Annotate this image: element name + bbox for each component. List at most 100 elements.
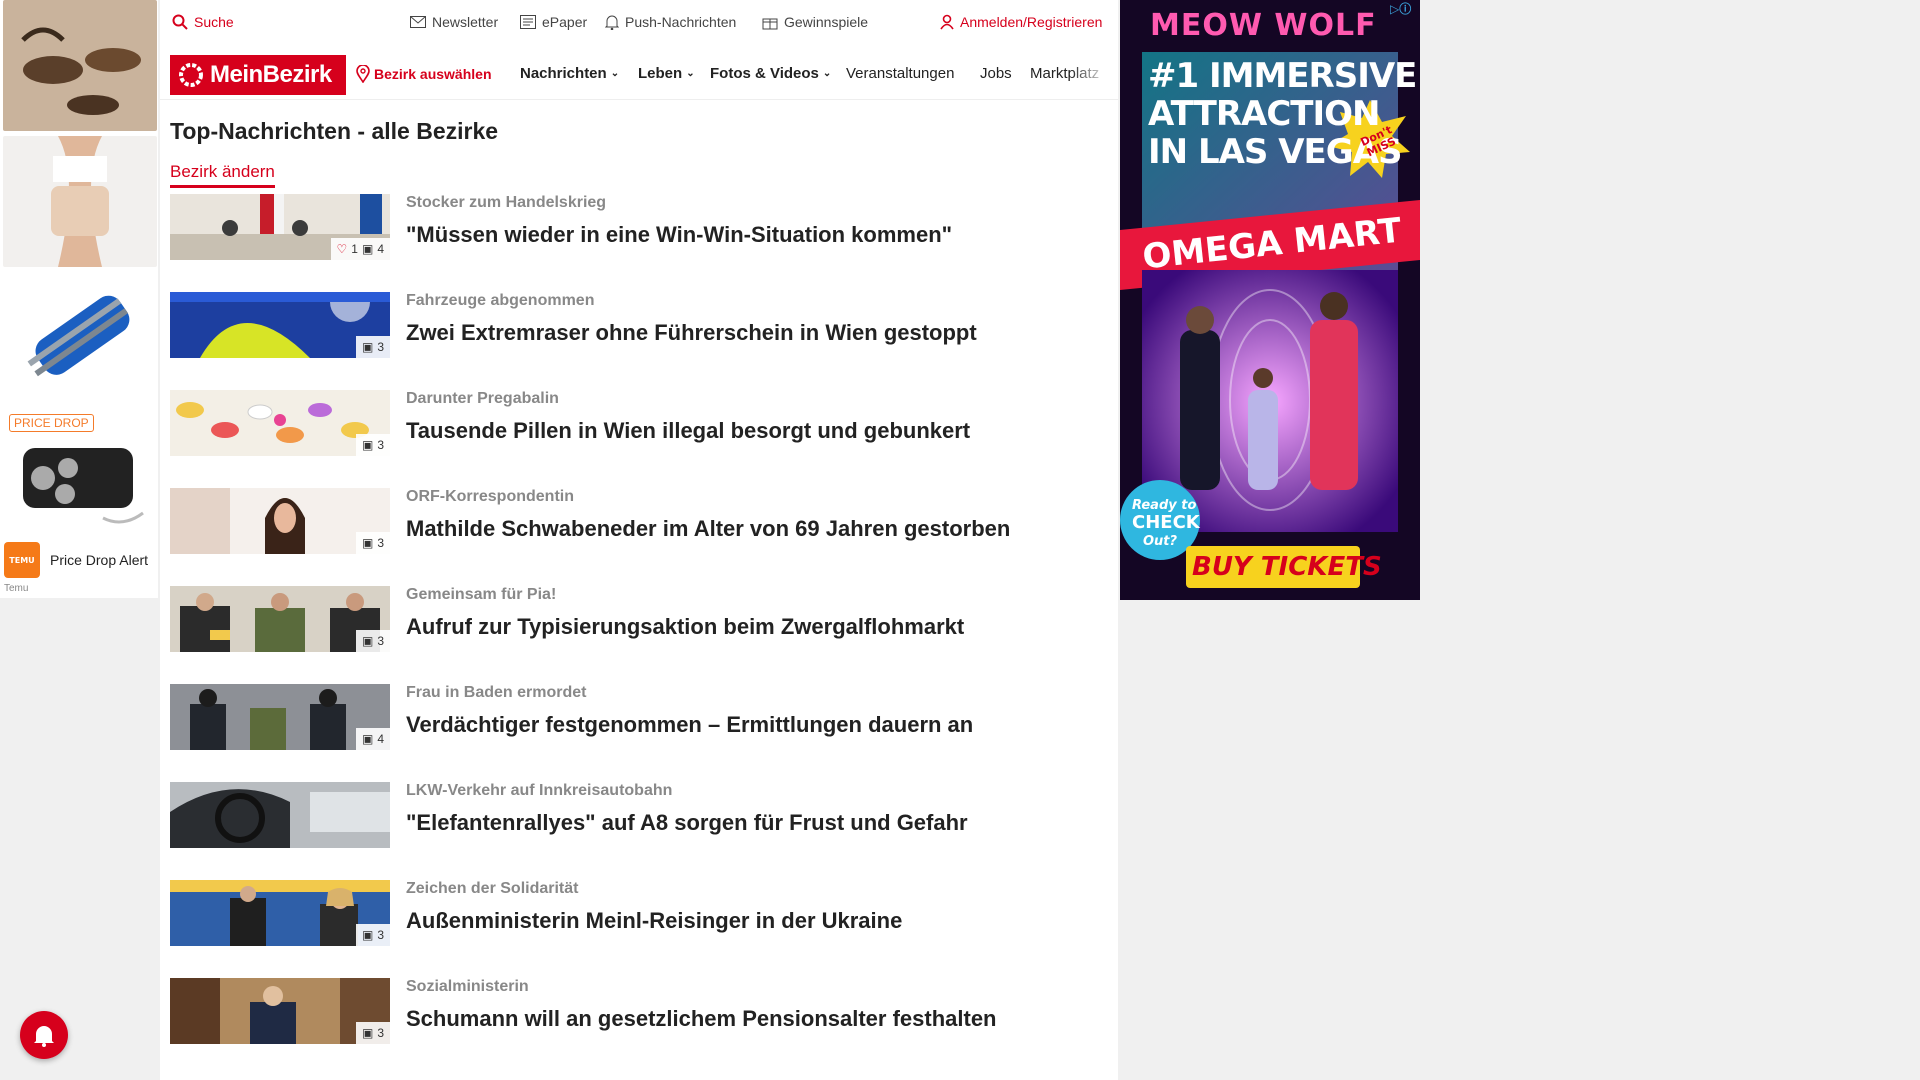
newsletter-link[interactable]: Newsletter (410, 14, 498, 30)
article-item[interactable]: ▣ 4 Frau in Baden ermordet Verdächtiger … (170, 684, 1100, 752)
article-item[interactable]: ▣ 3 Sozialministerin Schumann will an ge… (170, 978, 1100, 1046)
ad-badge-line-2: CHECK (1132, 512, 1200, 533)
epaper-link[interactable]: ePaper (520, 14, 587, 30)
media-badge: ▣ 3 (355, 630, 390, 652)
photo-count: 3 (377, 536, 384, 550)
temu-sponsor-row[interactable]: TEMU Price Drop Alert (4, 542, 148, 578)
article-item[interactable]: ▣ 3 Fahrzeuge abgenommen Zwei Extremrase… (170, 292, 1100, 360)
article-headline[interactable]: Außenministerin Meinl-Reisinger in der U… (406, 908, 902, 934)
page-title: Top-Nachrichten - alle Bezirke (170, 118, 499, 144)
photo-gallery-icon: ▣ (361, 340, 374, 354)
article-item[interactable]: ♡ 1 ▣ 4 Stocker zum Handelskrieg "Müssen… (170, 194, 1100, 262)
site-logo[interactable]: MeinBezirk (170, 55, 346, 95)
article-thumbnail[interactable]: ▣ 4 (170, 684, 390, 750)
article-thumbnail[interactable]: ▣ 3 (170, 292, 390, 358)
ad-product-image-waist-trainer[interactable] (3, 136, 157, 267)
media-badge: ♡ 1 ▣ 4 (330, 238, 390, 260)
epaper-label: ePaper (542, 14, 588, 30)
photo-count: 3 (377, 1026, 384, 1040)
photo-gallery-icon: ▣ (361, 928, 374, 942)
newspaper-icon (520, 15, 536, 29)
photo-count: 3 (377, 634, 384, 648)
article-kicker: Gemeinsam für Pia! (406, 586, 557, 603)
ad-title: Price Drop Alert (50, 552, 149, 568)
bell-icon (34, 1026, 54, 1047)
search-label: Suche (194, 14, 234, 30)
article-headline[interactable]: Aufruf zur Typisierungsaktion beim Zwerg… (406, 614, 964, 640)
article-kicker: Frau in Baden ermordet (406, 684, 587, 701)
photo-gallery-icon: ▣ (361, 732, 374, 746)
nav-leben-label: Leben (638, 65, 683, 82)
article-kicker: Zeichen der Solidarität (406, 880, 579, 897)
notification-bell-button[interactable] (20, 1011, 68, 1059)
photo-count: 3 (377, 928, 384, 942)
article-item[interactable]: ▣ 3 ORF-Korrespondentin Mathilde Schwabe… (170, 488, 1100, 556)
nav-veranstaltungen[interactable]: Veranstaltungen (846, 65, 954, 82)
nav-fade-overlay (1070, 50, 1110, 98)
article-thumbnail[interactable]: ▣ 3 (170, 880, 390, 946)
photo-count: 3 (377, 340, 384, 354)
ad-brand: MEOW WOLF (1150, 8, 1377, 43)
like-count: 1 (351, 242, 358, 256)
left-ad-banner[interactable]: ▷ⓘ PRICE DROP TEMU Price Drop Alert Temu (0, 0, 158, 598)
ad-cta-button[interactable]: BUY TICKETS (1192, 552, 1382, 582)
user-icon (940, 14, 954, 30)
article-kicker: Darunter Pregabalin (406, 390, 559, 407)
price-drop-badge: PRICE DROP (9, 414, 94, 432)
ad-headline-line-2: ATTRACTION (1148, 94, 1380, 134)
search-link[interactable]: Suche (172, 14, 234, 30)
chevron-down-icon: ⌄ (610, 68, 620, 79)
nav-leben[interactable]: Leben ⌄ (638, 65, 695, 82)
article-thumbnail[interactable]: ▣ 3 (170, 488, 390, 554)
main-navigation: MeinBezirk Bezirk auswählen Nachrichten … (160, 50, 1118, 100)
photo-gallery-icon: ▣ (361, 1026, 374, 1040)
article-headline[interactable]: Zwei Extremraser ohne Führerschein in Wi… (406, 320, 977, 346)
ad-sponsor: Temu (4, 583, 29, 594)
bezirk-select[interactable]: Bezirk auswählen (356, 65, 492, 83)
article-thumbnail[interactable] (170, 782, 390, 848)
article-item[interactable]: ▣ 3 Gemeinsam für Pia! Aufruf zur Typisi… (170, 586, 1100, 654)
nav-fotos-videos[interactable]: Fotos & Videos ⌄ (710, 65, 831, 82)
article-thumbnail[interactable]: ▣ 3 (170, 390, 390, 456)
top-utility-bar: Suche Newsletter ePaper Push-Nachrichten… (160, 0, 1118, 46)
article-headline[interactable]: "Elefantenrallyes" auf A8 sorgen für Fru… (406, 810, 968, 836)
article-thumbnail[interactable]: ♡ 1 ▣ 4 (170, 194, 390, 260)
ad-choices-icon[interactable]: ▷ⓘ (1390, 0, 1411, 17)
ad-product-image-scorpions[interactable] (3, 0, 157, 131)
temu-logo: TEMU (4, 542, 40, 578)
nav-jobs[interactable]: Jobs (980, 65, 1012, 82)
login-link[interactable]: Anmelden/Registrieren (940, 14, 1102, 30)
ad-product-image-bike-tool[interactable] (3, 272, 157, 403)
gift-icon (762, 18, 778, 30)
nav-nachrichten[interactable]: Nachrichten ⌄ (520, 65, 619, 82)
article-headline[interactable]: Tausende Pillen in Wien illegal besorgt … (406, 418, 970, 444)
article-headline[interactable]: "Müssen wieder in eine Win-Win-Situation… (406, 222, 952, 248)
push-link[interactable]: Push-Nachrichten (605, 14, 736, 30)
article-item[interactable]: ▣ 3 Zeichen der Solidarität Außenministe… (170, 880, 1100, 948)
article-headline[interactable]: Schumann will an gesetzlichem Pensionsal… (406, 1006, 997, 1032)
change-district-link[interactable]: Bezirk ändern (170, 162, 275, 188)
ad-product-image-flashlight[interactable]: PRICE DROP (3, 408, 157, 539)
article-kicker: Stocker zum Handelskrieg (406, 194, 607, 211)
photo-count: 3 (377, 438, 384, 452)
gewinnspiele-link[interactable]: Gewinnspiele (762, 14, 868, 30)
nav-veranstaltungen-label: Veranstaltungen (846, 65, 955, 82)
article-thumbnail[interactable]: ▣ 3 (170, 586, 390, 652)
media-badge: ▣ 3 (355, 532, 390, 554)
ad-headline-line-1: #1 IMMERSIVE (1148, 56, 1417, 96)
main-content: Suche Newsletter ePaper Push-Nachrichten… (160, 0, 1118, 1080)
article-kicker: LKW-Verkehr auf Innkreisautobahn (406, 782, 673, 799)
article-item[interactable]: ▣ 3 Darunter Pregabalin Tausende Pillen … (170, 390, 1100, 458)
article-headline[interactable]: Mathilde Schwabeneder im Alter von 69 Ja… (406, 516, 1010, 542)
chevron-down-icon: ⌄ (686, 68, 695, 79)
photo-count: 4 (377, 732, 384, 746)
article-item[interactable]: LKW-Verkehr auf Innkreisautobahn "Elefan… (170, 782, 1100, 850)
photo-gallery-icon: ▣ (361, 634, 374, 648)
heart-icon: ♡ (336, 242, 348, 256)
article-kicker: ORF-Korrespondentin (406, 488, 574, 505)
article-headline[interactable]: Verdächtiger festgenommen – Ermittlungen… (406, 712, 973, 738)
article-thumbnail[interactable]: ▣ 3 (170, 978, 390, 1044)
bell-icon (605, 15, 619, 30)
media-badge: ▣ 3 (355, 1022, 390, 1044)
right-ad-banner[interactable]: MEOW WOLF #1 IMMERSIVE ATTRACTION IN LAS… (1120, 0, 1420, 600)
